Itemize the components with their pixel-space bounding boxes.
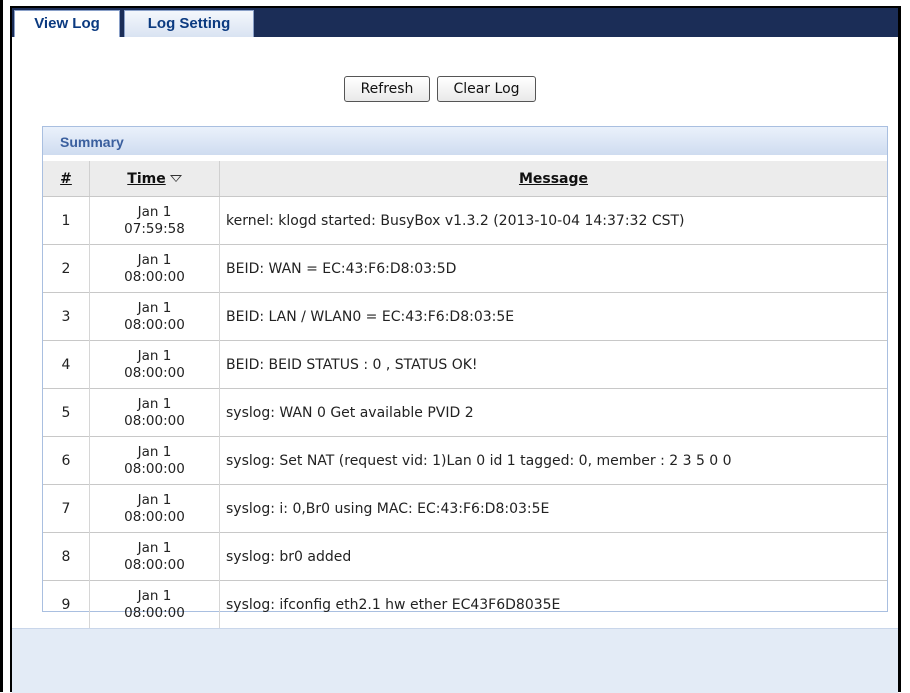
row-time: Jan 1 08:00:00 — [89, 340, 220, 389]
row-date: Jan 1 — [137, 443, 172, 460]
table-row: 4 Jan 1 08:00:00 BEID: BEID STATUS : 0 , ST… — [43, 340, 887, 389]
row-date: Jan 1 — [137, 347, 172, 364]
column-header-number[interactable]: # — [43, 161, 90, 197]
table-row: 9 Jan 1 08:00:00 syslog: ifconfig eth2.1 hw… — [43, 580, 887, 628]
row-message: syslog: Set NAT (request vid: 1)Lan 0 id… — [219, 436, 887, 485]
row-number: 6 — [43, 436, 90, 485]
row-number: 8 — [43, 532, 90, 581]
row-number: 4 — [43, 340, 90, 389]
row-date: Jan 1 — [137, 395, 172, 412]
tab-bar: View Log Log Setting — [12, 6, 898, 39]
row-clock: 08:00:00 — [124, 412, 185, 429]
row-number: 7 — [43, 484, 90, 533]
row-message: BEID: WAN = EC:43:F6:D8:03:5D — [219, 244, 887, 293]
table-row: 3 Jan 1 08:00:00 BEID: LAN / WLAN0 = EC:43:… — [43, 292, 887, 341]
tab-view-log[interactable]: View Log — [14, 10, 120, 39]
table-header-row: # Time Message — [43, 161, 887, 197]
row-number: 9 — [43, 580, 90, 628]
row-message: syslog: WAN 0 Get available PVID 2 — [219, 388, 887, 437]
tab-log-setting[interactable]: Log Setting — [124, 10, 254, 37]
row-time: Jan 1 08:00:00 — [89, 532, 220, 581]
clear-log-button[interactable]: Clear Log — [437, 76, 536, 102]
row-clock: 08:00:00 — [124, 460, 185, 477]
frame-left-border — [0, 0, 3, 692]
table-row: 5 Jan 1 08:00:00 syslog: WAN 0 Get availabl… — [43, 388, 887, 437]
row-clock: 08:00:00 — [124, 604, 185, 621]
table-row: 6 Jan 1 08:00:00 syslog: Set NAT (request v… — [43, 436, 887, 485]
table-row: 8 Jan 1 08:00:00 syslog: br0 added — [43, 532, 887, 581]
summary-title: Summary — [43, 127, 887, 155]
row-message: syslog: ifconfig eth2.1 hw ether EC43F6D… — [219, 580, 887, 628]
column-header-time[interactable]: Time — [89, 161, 220, 197]
table-row: 2 Jan 1 08:00:00 BEID: WAN = EC:43:F6:D8:03… — [43, 244, 887, 293]
row-date: Jan 1 — [137, 203, 172, 220]
row-clock: 08:00:00 — [124, 268, 185, 285]
row-message: kernel: klogd started: BusyBox v1.3.2 (2… — [219, 196, 887, 245]
row-number: 2 — [43, 244, 90, 293]
column-number-label[interactable]: # — [60, 171, 72, 187]
row-time: Jan 1 08:00:00 — [89, 436, 220, 485]
table-row: 7 Jan 1 08:00:00 syslog: i: 0,Br0 using MAC… — [43, 484, 887, 533]
row-clock: 08:00:00 — [124, 508, 185, 525]
summary-section: Summary # Time Message 1 Jan 1 07:59:58 ker… — [42, 126, 888, 628]
refresh-button[interactable]: Refresh — [344, 76, 430, 102]
row-clock: 08:00:00 — [124, 364, 185, 381]
row-date: Jan 1 — [137, 539, 172, 556]
row-clock: 08:00:00 — [124, 316, 185, 333]
sort-descending-icon[interactable] — [169, 174, 182, 182]
column-header-message[interactable]: Message — [219, 161, 887, 197]
row-number: 5 — [43, 388, 90, 437]
table-row: 1 Jan 1 07:59:58 kernel: klogd started: Bus… — [43, 196, 887, 245]
log-rows: 1 Jan 1 07:59:58 kernel: klogd started: Bus… — [43, 196, 887, 628]
row-clock: 07:59:58 — [124, 220, 185, 237]
row-time: Jan 1 08:00:00 — [89, 244, 220, 293]
row-time: Jan 1 08:00:00 — [89, 484, 220, 533]
row-number: 1 — [43, 196, 90, 245]
footer-bar — [12, 628, 898, 693]
frame-right-border — [898, 6, 901, 692]
row-message: syslog: br0 added — [219, 532, 887, 581]
row-date: Jan 1 — [137, 587, 172, 604]
row-clock: 08:00:00 — [124, 556, 185, 573]
row-date: Jan 1 — [137, 491, 172, 508]
row-time: Jan 1 08:00:00 — [89, 292, 220, 341]
row-message: BEID: BEID STATUS : 0 , STATUS OK! — [219, 340, 887, 389]
row-date: Jan 1 — [137, 299, 172, 316]
row-message: syslog: i: 0,Br0 using MAC: EC:43:F6:D8:… — [219, 484, 887, 533]
log-table: # Time Message 1 Jan 1 07:59:58 kernel: klo… — [43, 161, 887, 628]
row-time: Jan 1 08:00:00 — [89, 388, 220, 437]
row-message: BEID: LAN / WLAN0 = EC:43:F6:D8:03:5E — [219, 292, 887, 341]
row-time: Jan 1 07:59:58 — [89, 196, 220, 245]
row-date: Jan 1 — [137, 251, 172, 268]
row-number: 3 — [43, 292, 90, 341]
column-message-label[interactable]: Message — [519, 171, 588, 187]
row-time: Jan 1 08:00:00 — [89, 580, 220, 628]
column-time-label[interactable]: Time — [127, 171, 165, 187]
